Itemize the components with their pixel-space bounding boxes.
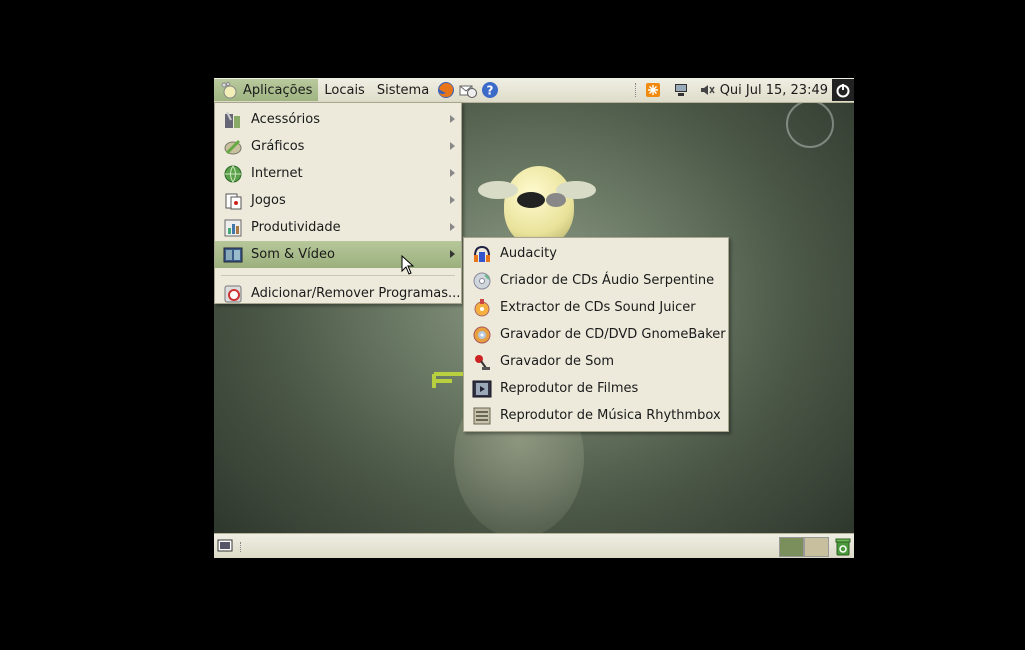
- gnome-foot-icon: [221, 81, 237, 99]
- cd-creator-icon: [472, 271, 492, 291]
- workspace-2[interactable]: [804, 537, 829, 557]
- sound-recorder-icon: [472, 352, 492, 372]
- menu-item-label: Criador de CDs Áudio Serpentine: [500, 273, 715, 288]
- trash-button[interactable]: [834, 537, 852, 556]
- menu-item-sound-juicer[interactable]: Extractor de CDs Sound Juicer: [464, 294, 728, 321]
- menu-item-graphics[interactable]: Gráficos: [215, 133, 461, 160]
- menu-item-label: Jogos: [251, 193, 286, 208]
- firefox-launcher[interactable]: [436, 80, 456, 100]
- wallpaper-mascot-ears: [478, 181, 596, 208]
- menu-item-gnomebaker[interactable]: Gravador de CD/DVD GnomeBaker: [464, 321, 728, 348]
- show-desktop-icon: [217, 539, 233, 552]
- internet-icon: [223, 164, 243, 184]
- menu-item-audacity[interactable]: Audacity: [464, 240, 728, 267]
- menu-item-rhythmbox[interactable]: Reprodutor de Música Rhythmbox: [464, 402, 728, 429]
- menu-item-sound-recorder[interactable]: Gravador de Som: [464, 348, 728, 375]
- submenu-arrow-icon: [450, 196, 455, 204]
- update-notifier[interactable]: [644, 81, 662, 99]
- menu-item-games[interactable]: Jogos: [215, 187, 461, 214]
- bottom-panel: [214, 533, 854, 558]
- submenu-arrow-icon: [450, 250, 455, 258]
- mouse-cursor-icon: [401, 255, 415, 275]
- clock[interactable]: Qui Jul 15, 23:49: [720, 83, 828, 98]
- submenu-arrow-icon: [450, 223, 455, 231]
- help-launcher[interactable]: ?: [480, 80, 500, 100]
- panel-separator: [634, 83, 638, 97]
- games-icon: [223, 191, 243, 211]
- menu-item-label: Som & Vídeo: [251, 247, 335, 262]
- menu-item-label: Audacity: [500, 246, 557, 261]
- menu-item-label: Produtividade: [251, 220, 341, 235]
- system-tray: Qui Jul 15, 23:49: [631, 78, 854, 102]
- shutdown-button[interactable]: [832, 79, 854, 101]
- menu-item-serpentine[interactable]: Criador de CDs Áudio Serpentine: [464, 267, 728, 294]
- sound-video-submenu: Audacity Criador de CDs Áudio Serpentine…: [463, 237, 729, 432]
- gnomebaker-icon: [472, 325, 492, 345]
- workspace-1[interactable]: [779, 537, 804, 557]
- network-status[interactable]: [672, 81, 690, 99]
- submenu-arrow-icon: [450, 169, 455, 177]
- menu-item-office[interactable]: Produtividade: [215, 214, 461, 241]
- top-panel: Aplicações Locais Sistema ? Qui Jul 15, …: [214, 78, 854, 103]
- menu-item-accessories[interactable]: Acessórios: [215, 106, 461, 133]
- menu-separator: [221, 275, 455, 276]
- mail-clock-icon: [459, 85, 478, 98]
- add-remove-programs-icon: [223, 284, 243, 304]
- mail-launcher[interactable]: [458, 80, 478, 100]
- menu-item-label: Gravador de Som: [500, 354, 614, 369]
- graphics-icon: [223, 137, 243, 157]
- system-menu-label: Sistema: [376, 82, 430, 98]
- firefox-icon: [438, 82, 455, 98]
- applications-menu-button[interactable]: Aplicações: [214, 79, 319, 101]
- menu-item-label: Gráficos: [251, 139, 305, 154]
- movie-player-icon: [472, 379, 492, 399]
- applications-menu: Acessórios Gráficos Internet Jogos Produ…: [214, 102, 462, 304]
- sound-juicer-icon: [472, 298, 492, 318]
- trash-icon: [835, 538, 851, 556]
- menu-item-label: Internet: [251, 166, 303, 181]
- show-desktop-button[interactable]: [217, 538, 233, 554]
- power-icon: [836, 84, 850, 98]
- submenu-arrow-icon: [450, 115, 455, 123]
- menu-item-label: Extractor de CDs Sound Juicer: [500, 300, 696, 315]
- menu-item-label: Gravador de CD/DVD GnomeBaker: [500, 327, 726, 342]
- menu-item-internet[interactable]: Internet: [215, 160, 461, 187]
- multimedia-icon: [223, 245, 243, 265]
- university-seal-logo: [786, 100, 834, 148]
- menu-item-label: Reprodutor de Música Rhythmbox: [500, 408, 721, 423]
- panel-separator: [240, 542, 243, 552]
- volume-muted-icon: [700, 85, 715, 95]
- rhythmbox-icon: [472, 406, 492, 426]
- office-icon: [223, 218, 243, 238]
- applications-menu-label: Aplicações: [243, 82, 313, 98]
- menu-item-movie-player[interactable]: Reprodutor de Filmes: [464, 375, 728, 402]
- volume-control[interactable]: [698, 81, 716, 99]
- update-star-icon: [645, 83, 660, 97]
- accessories-icon: [223, 110, 243, 130]
- menu-item-label: Acessórios: [251, 112, 320, 127]
- help-icon: ?: [482, 82, 499, 98]
- places-menu-button[interactable]: Locais: [318, 79, 370, 101]
- menu-item-label: Adicionar/Remover Programas...: [251, 286, 461, 301]
- menu-item-label: Reprodutor de Filmes: [500, 381, 639, 396]
- submenu-arrow-icon: [450, 142, 455, 150]
- svg-text:?: ?: [487, 84, 494, 98]
- network-icon: [674, 84, 687, 96]
- places-menu-label: Locais: [324, 82, 365, 98]
- menu-item-add-remove[interactable]: Adicionar/Remover Programas...: [215, 280, 461, 307]
- desktop: Aplicações Locais Sistema ? Qui Jul 15, …: [214, 78, 854, 558]
- system-menu-button[interactable]: Sistema: [371, 79, 435, 101]
- audacity-icon: [472, 244, 492, 264]
- menu-item-sound-video[interactable]: Som & Vídeo: [215, 241, 461, 268]
